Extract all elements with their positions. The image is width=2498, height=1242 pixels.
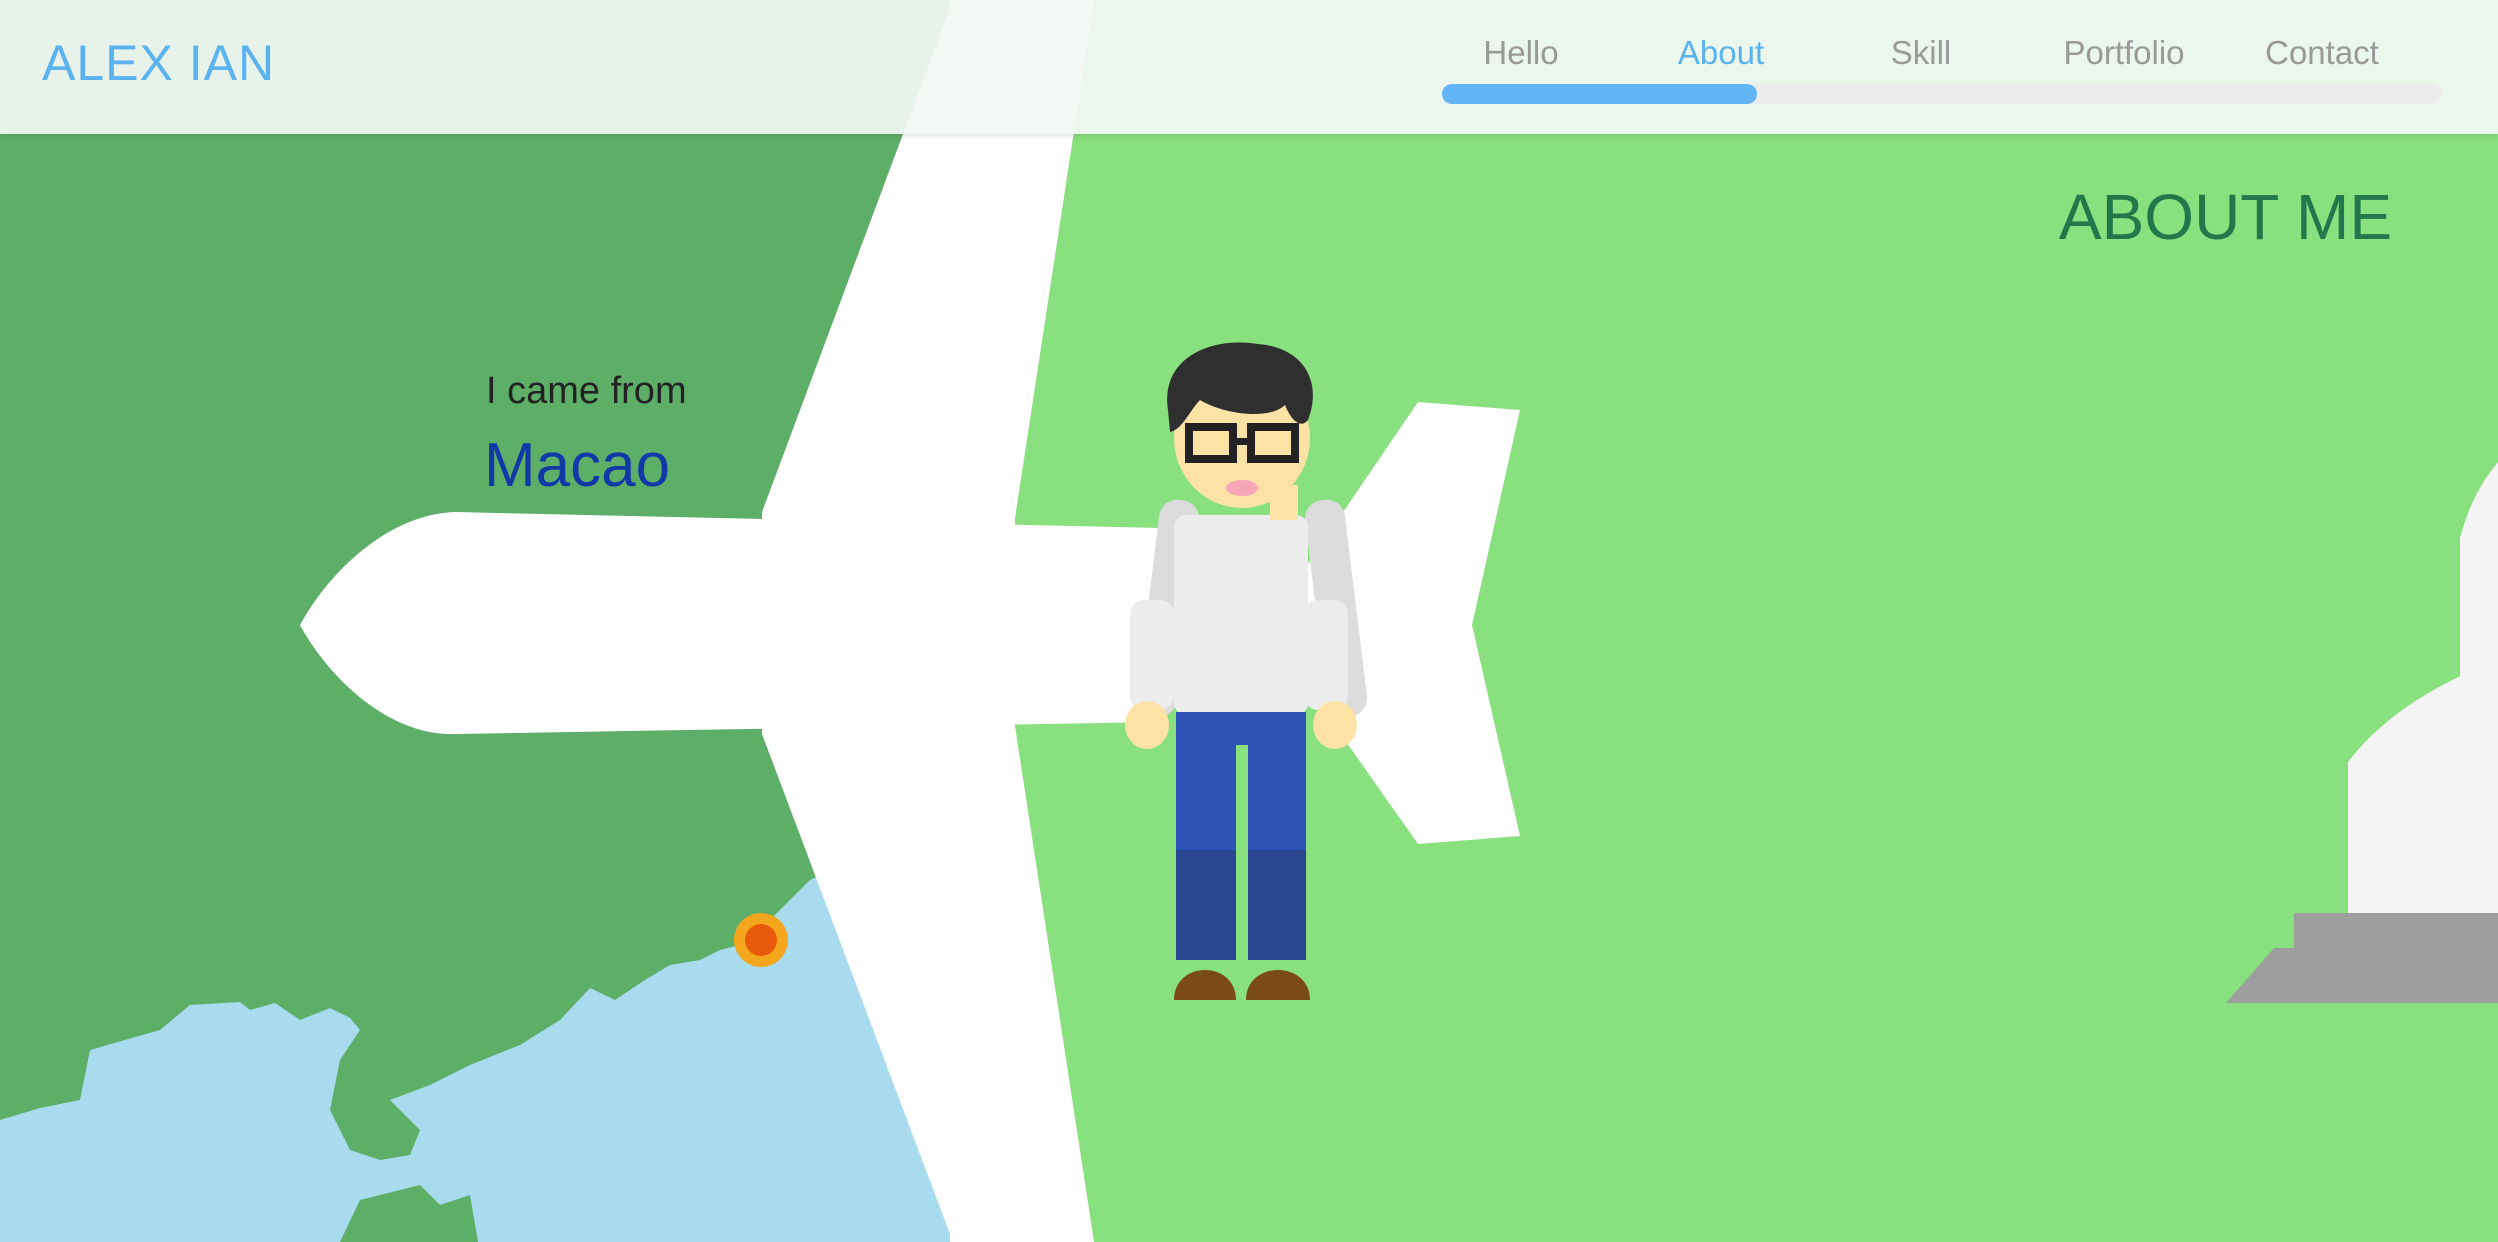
origin-city: Macao: [484, 431, 671, 500]
page-title: ABOUT ME: [2058, 181, 2392, 253]
site-header: ALEX IAN Hello About Skill Portfolio Con…: [0, 0, 2498, 134]
logo[interactable]: ALEX IAN: [42, 34, 275, 92]
section-progress-fill: [1442, 84, 1757, 104]
section-progress-bar: [1442, 84, 2442, 104]
nav-hello[interactable]: Hello: [1421, 34, 1621, 72]
nav-about[interactable]: About: [1621, 34, 1821, 72]
nav-skill[interactable]: Skill: [1821, 34, 2021, 72]
nav-portfolio[interactable]: Portfolio: [2024, 34, 2224, 72]
nav-contact[interactable]: Contact: [2222, 34, 2422, 72]
origin-intro: I came from: [486, 370, 687, 412]
